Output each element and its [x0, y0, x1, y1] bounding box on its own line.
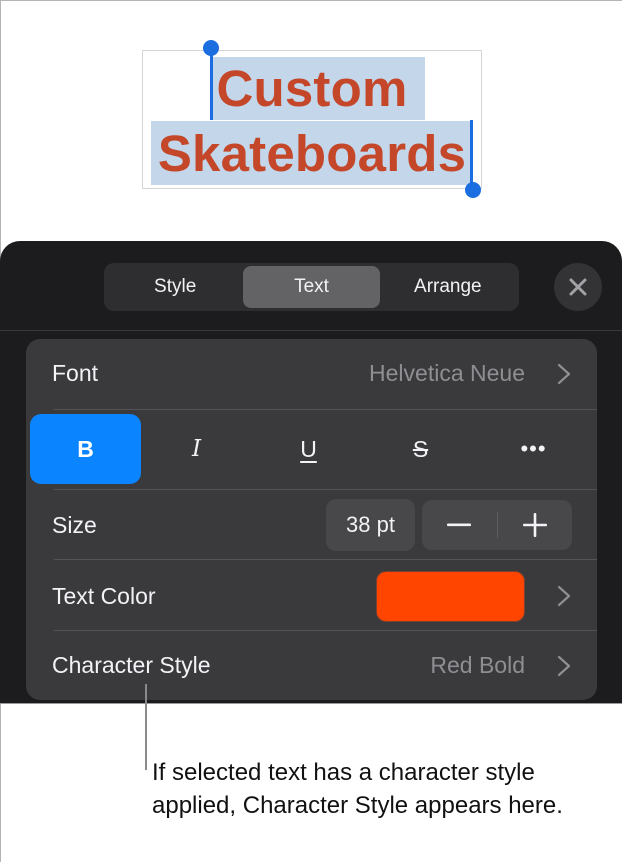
text-color-label: Text Color	[52, 583, 156, 609]
character-style-value: Red Bold	[430, 652, 525, 678]
close-button[interactable]	[554, 263, 602, 311]
font-size-field[interactable]: 38 pt	[326, 499, 415, 551]
headline-line-1[interactable]: Custom	[142, 59, 482, 119]
font-value: Helvetica Neue	[369, 360, 525, 386]
selection-start-handle[interactable]	[203, 40, 219, 56]
chevron-right-icon	[557, 363, 571, 385]
divider	[54, 409, 597, 410]
decrease-size-button[interactable]	[422, 500, 497, 550]
more-options-button[interactable]: •••	[478, 414, 589, 484]
tab-text[interactable]: Text	[243, 266, 380, 308]
strikethrough-button[interactable]: S	[365, 414, 476, 484]
tab-style[interactable]: Style	[107, 266, 243, 308]
font-label: Font	[52, 360, 99, 386]
selection-start-caret	[210, 50, 213, 120]
headline-line-2[interactable]: Skateboards	[142, 124, 482, 184]
text-settings-group: Font Helvetica Neue B I U S ••• Size 38 …	[26, 339, 597, 700]
close-icon	[569, 278, 587, 296]
character-style-label: Character Style	[52, 652, 211, 678]
underline-button[interactable]: U	[253, 414, 364, 484]
format-tabs: Style Text Arrange	[104, 263, 519, 311]
minus-icon	[447, 523, 472, 527]
font-row[interactable]: Font Helvetica Neue	[26, 339, 597, 409]
plus-icon	[522, 513, 547, 537]
character-style-row[interactable]: Character Style Red Bold	[26, 631, 597, 700]
header-divider	[0, 330, 622, 331]
chevron-right-icon	[557, 655, 571, 677]
callout-text: If selected text has a character style a…	[152, 759, 563, 819]
italic-button[interactable]: I	[141, 414, 252, 484]
selection-end-handle[interactable]	[465, 182, 481, 198]
chevron-right-icon	[557, 585, 571, 607]
tab-arrange[interactable]: Arrange	[380, 266, 516, 308]
increase-size-button[interactable]	[498, 500, 573, 550]
text-color-swatch[interactable]	[376, 571, 525, 622]
callout-line	[145, 684, 147, 770]
selection-end-caret	[470, 120, 473, 190]
font-size-stepper	[422, 500, 572, 550]
bold-button[interactable]: B	[30, 414, 141, 484]
size-label: Size	[52, 512, 97, 538]
